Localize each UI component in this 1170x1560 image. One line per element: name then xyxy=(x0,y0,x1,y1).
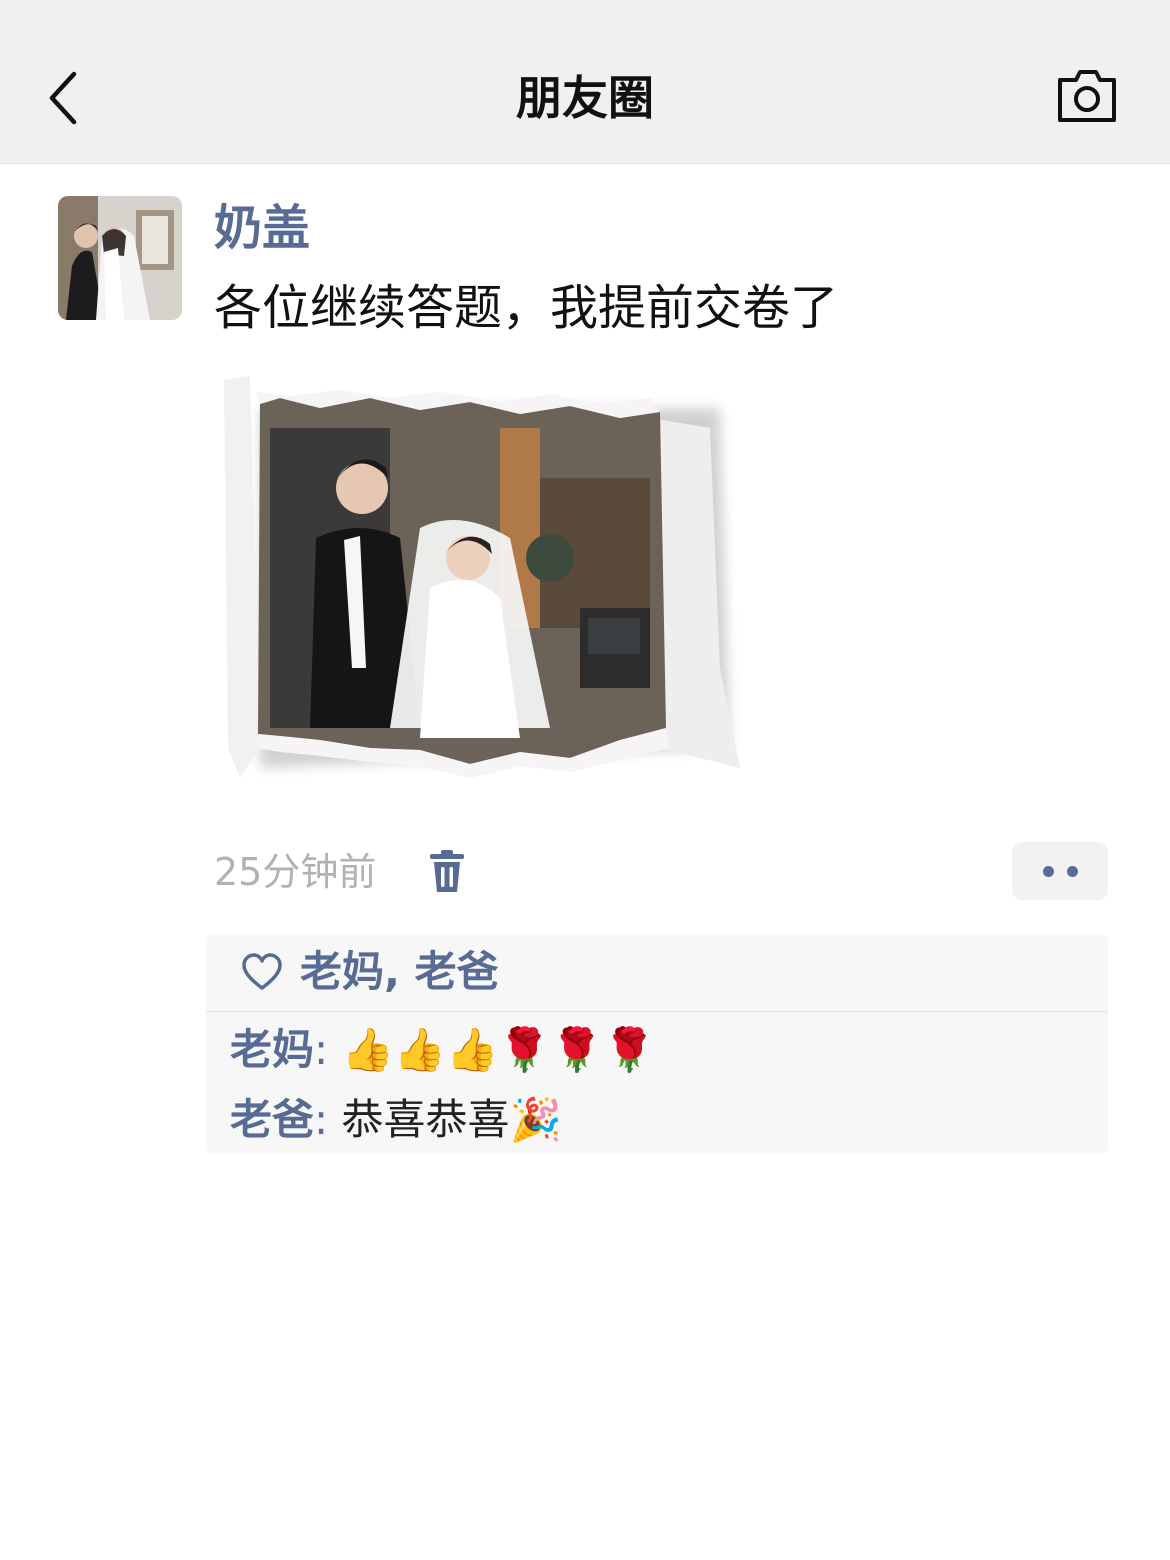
more-actions-button[interactable] xyxy=(1012,842,1108,900)
avatar[interactable] xyxy=(58,196,182,320)
post-author[interactable]: 奶盖 xyxy=(214,196,310,260)
post-timestamp: 25分钟前 xyxy=(214,850,377,894)
trash-icon xyxy=(430,850,464,892)
comment-colon: : xyxy=(314,1095,329,1144)
camera-icon xyxy=(1058,70,1116,122)
comment-item[interactable]: 老妈: 👍👍👍🌹🌹🌹 xyxy=(230,1020,655,1080)
comment-text: 👍👍👍🌹🌹🌹 xyxy=(328,1025,656,1074)
camera-button[interactable] xyxy=(1046,66,1126,130)
nav-bar: 朋友圈 xyxy=(0,0,1170,164)
more-dots-icon xyxy=(1043,866,1054,877)
comment-author[interactable]: 老妈 xyxy=(230,1025,314,1074)
post-text: 各位继续答题，我提前交卷了 xyxy=(214,280,839,336)
interaction-panel: 老妈, 老爸 老妈: 👍👍👍🌹🌹🌹 老爸: 恭喜恭喜🎉 xyxy=(206,934,1108,1154)
delete-button[interactable] xyxy=(426,848,468,896)
page-title: 朋友圈 xyxy=(516,71,654,125)
post-photo[interactable] xyxy=(220,368,760,808)
heart-icon xyxy=(242,953,282,990)
likes-names[interactable]: 老妈, 老爸 xyxy=(300,942,499,1002)
comment-text: 恭喜恭喜🎉 xyxy=(328,1095,562,1144)
comment-item[interactable]: 老爸: 恭喜恭喜🎉 xyxy=(230,1090,562,1150)
comment-colon: : xyxy=(314,1025,329,1074)
likes-row: 老妈, 老爸 xyxy=(206,934,1108,1012)
comment-author[interactable]: 老爸 xyxy=(230,1095,314,1144)
more-dots-icon xyxy=(1067,866,1078,877)
